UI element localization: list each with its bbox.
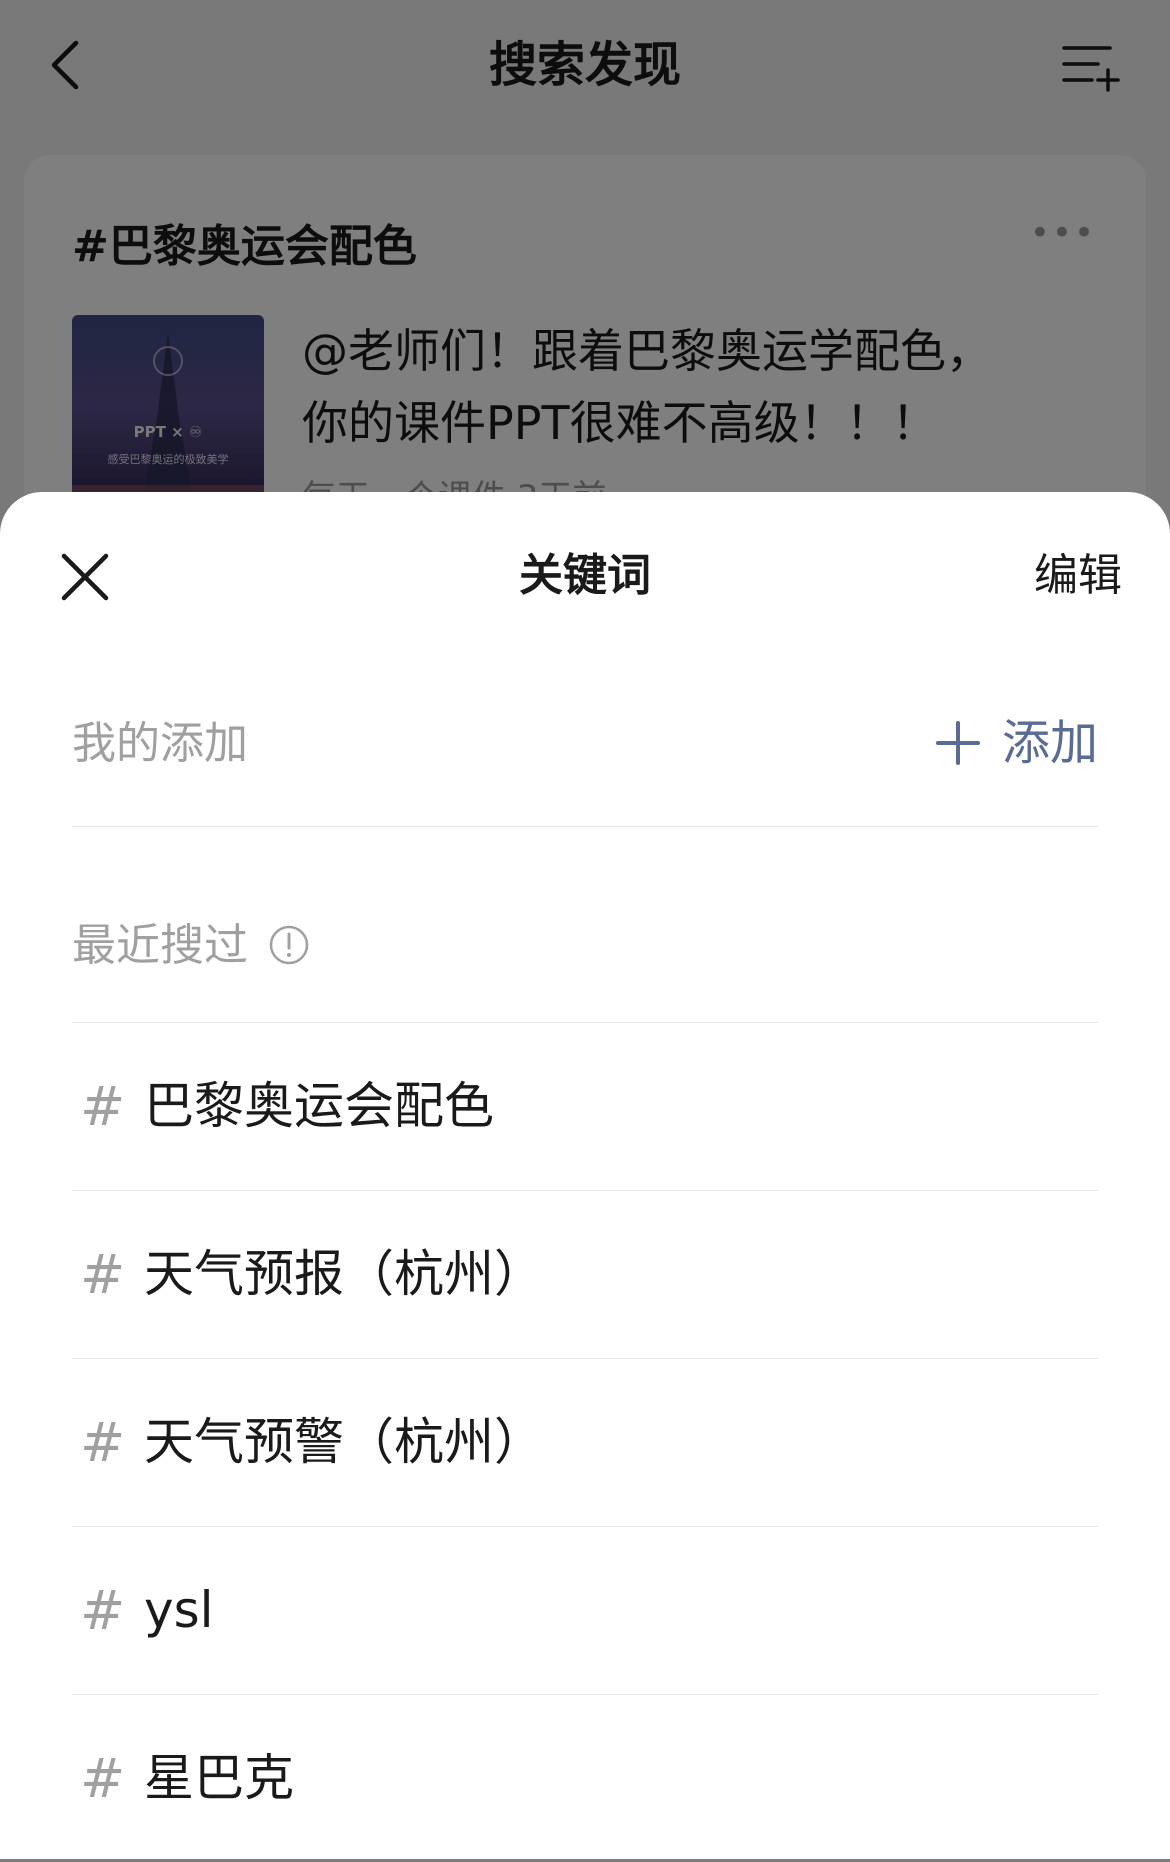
- keyword-text: 天气预警（杭州）: [144, 1413, 544, 1471]
- keyword-row[interactable]: # ysl: [72, 1527, 1098, 1695]
- keyword-row[interactable]: # 巴黎奥运会配色: [72, 1023, 1098, 1191]
- info-circle-icon[interactable]: [268, 924, 310, 966]
- recent-searches-section: 最近搜过: [72, 904, 1098, 1023]
- keyword-sheet: 关键词 编辑 我的添加 添加 最近搜过 # 巴黎奥运会配色 # 天气预报（杭州）: [0, 492, 1170, 1859]
- add-keyword-label: 添加: [1001, 715, 1098, 771]
- plus-icon: [935, 721, 980, 765]
- edit-button[interactable]: 编辑: [1034, 546, 1122, 606]
- keyword-text: 天气预报（杭州）: [144, 1245, 544, 1303]
- recent-keyword-list: # 巴黎奥运会配色 # 天气预报（杭州） # 天气预警（杭州） # ysl # …: [72, 1023, 1098, 1862]
- keyword-row[interactable]: # 星巴克: [72, 1695, 1098, 1862]
- keyword-text: 巴黎奥运会配色: [144, 1077, 494, 1135]
- hash-icon: #: [80, 1411, 126, 1474]
- keyword-row[interactable]: # 天气预报（杭州）: [72, 1191, 1098, 1359]
- hash-icon: #: [80, 1579, 126, 1642]
- hash-icon: #: [80, 1075, 126, 1138]
- keyword-text: ysl: [144, 1581, 214, 1639]
- hash-icon: #: [80, 1243, 126, 1306]
- sheet-title: 关键词: [519, 550, 651, 601]
- keyword-text: 星巴克: [144, 1749, 294, 1807]
- add-keyword-button[interactable]: 添加: [935, 708, 1098, 778]
- recent-searches-label: 最近搜过: [72, 920, 248, 971]
- my-added-label: 我的添加: [72, 718, 248, 769]
- my-added-section: 我的添加 添加: [72, 702, 1098, 827]
- keyword-row[interactable]: # 天气预警（杭州）: [72, 1359, 1098, 1527]
- hash-icon: #: [80, 1747, 126, 1810]
